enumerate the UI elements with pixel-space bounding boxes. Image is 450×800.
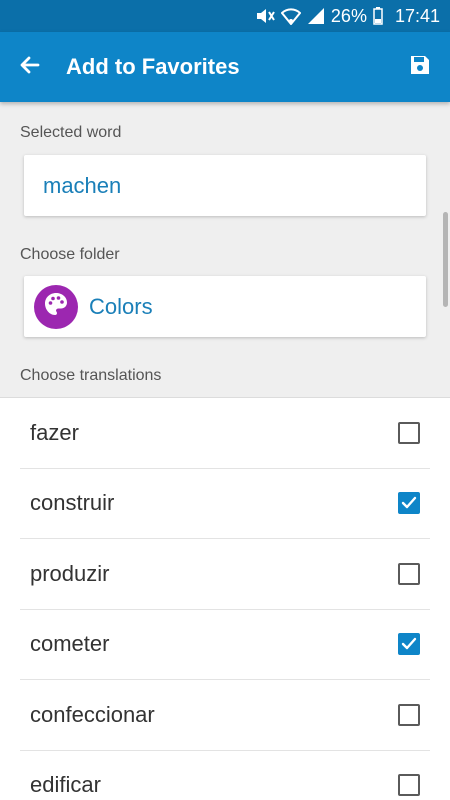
translation-row[interactable]: confeccionar [20,680,430,751]
folder-name: Colors [89,293,153,319]
status-bar: 26% 17:41 [0,0,450,32]
translation-checkbox[interactable] [398,421,420,444]
checkmark-icon [401,638,417,650]
translation-label: fazer [30,419,79,445]
selected-word-value: machen [43,172,122,198]
scrollbar[interactable] [443,212,448,307]
selected-word-field[interactable]: machen [24,155,426,216]
wifi-icon [280,7,301,25]
folder-avatar [34,284,78,329]
choose-folder-label: Choose folder [20,246,120,263]
translation-row[interactable]: construir [20,469,430,539]
translation-row[interactable]: produzir [20,539,430,610]
folder-selector[interactable]: Colors [24,276,426,337]
mute-icon [255,7,275,25]
save-button[interactable] [390,32,450,102]
choose-translations-label: Choose translations [20,367,162,384]
checkmark-icon [401,497,417,509]
palette-icon [43,291,69,322]
battery-percent: 26% [330,5,367,26]
translation-row[interactable]: fazer [20,398,430,469]
translation-label: confeccionar [30,701,155,727]
form-content: Selected word machen Choose folder Color… [0,102,450,800]
translation-checkbox[interactable] [398,703,420,726]
translation-row[interactable]: cometer [20,610,430,680]
signal-icon [307,7,325,25]
page-title: Add to Favorites [66,54,240,79]
arrow-left-icon [18,53,42,82]
translation-row[interactable]: edificar [20,751,430,800]
translation-checkbox[interactable] [398,562,420,585]
translation-checkbox[interactable] [398,492,420,515]
translation-label: produzir [30,560,110,586]
translation-label: edificar [30,772,101,798]
selected-word-label: Selected word [20,124,122,141]
app-bar: Add to Favorites [0,32,450,102]
translation-list: fazer construir produzir cometer confecciona… [0,397,450,800]
clock: 17:41 [394,5,440,26]
battery-icon [373,7,383,25]
translation-label: cometer [30,631,110,657]
translation-label: construir [30,490,115,516]
translation-checkbox[interactable] [398,774,420,797]
floppy-disk-icon [408,53,432,82]
back-button[interactable] [0,32,60,102]
translation-checkbox[interactable] [398,633,420,656]
